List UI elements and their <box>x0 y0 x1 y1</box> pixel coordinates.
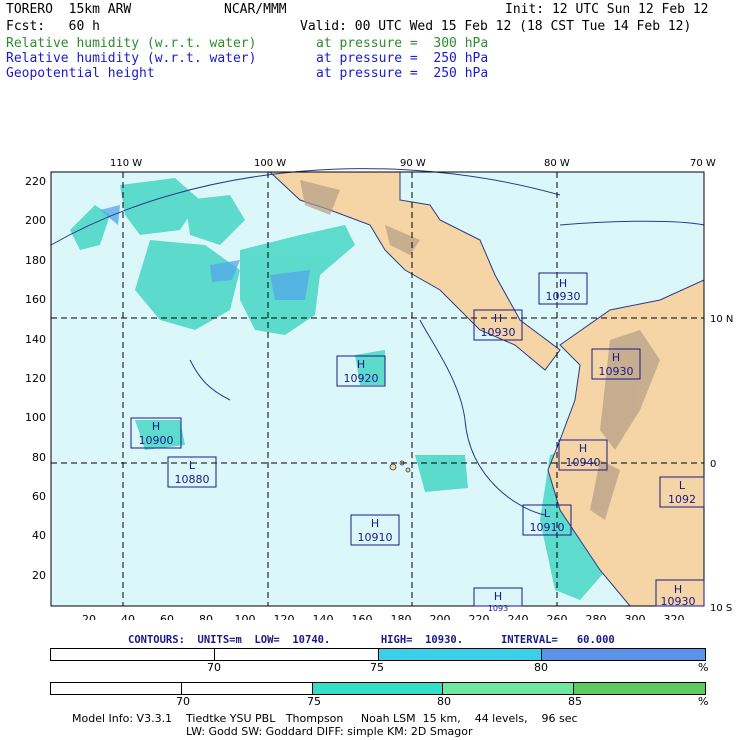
svg-text:H: H <box>579 442 587 455</box>
colorbar2-label: 75 <box>307 695 321 708</box>
svg-text:140: 140 <box>313 613 334 620</box>
svg-text:20: 20 <box>32 569 46 582</box>
svg-text:H: H <box>559 277 567 290</box>
colorbar-seg <box>542 649 705 660</box>
colorbar-seg <box>51 683 182 694</box>
field-3-level: at pressure = 250 hPa <box>316 66 489 81</box>
weather-map: 110 W 100 W 90 W 80 W 70 W 10 N 0 10 S 2… <box>25 158 733 620</box>
model-info: Model Info: V3.3.1 Tiedtke YSU PBL Thomp… <box>72 712 578 725</box>
svg-text:40: 40 <box>121 613 135 620</box>
svg-text:10900: 10900 <box>139 434 174 447</box>
model-title: TORERO 15km ARW <box>6 2 132 17</box>
colorbar-seg <box>182 683 313 694</box>
colorbar-250hpa <box>50 648 706 661</box>
svg-text:1092: 1092 <box>668 493 696 506</box>
svg-text:100: 100 <box>25 411 46 424</box>
svg-text:H: H <box>371 517 379 530</box>
svg-text:80: 80 <box>199 613 213 620</box>
lat-label: 0 <box>710 459 716 470</box>
colorbar-seg <box>51 649 215 660</box>
contours-info: CONTOURS: UNITS=m LOW= 10740. HIGH= 1093… <box>128 634 615 646</box>
svg-text:10910: 10910 <box>358 531 393 544</box>
svg-text:1093: 1093 <box>488 604 508 613</box>
colorbar-seg <box>574 683 705 694</box>
svg-text:220: 220 <box>469 613 490 620</box>
svg-text:160: 160 <box>25 293 46 306</box>
svg-text:120: 120 <box>25 372 46 385</box>
field-2-name: Relative humidity (w.r.t. water) <box>6 51 257 66</box>
colorbar-300hpa <box>50 682 706 695</box>
svg-text:120: 120 <box>274 613 295 620</box>
forecast-hour: Fcst: 60 h <box>6 19 100 34</box>
svg-text:240: 240 <box>508 613 529 620</box>
svg-text:180: 180 <box>25 254 46 267</box>
colorbar-seg <box>379 649 542 660</box>
svg-text:L: L <box>679 479 686 492</box>
svg-text:10940: 10940 <box>566 456 601 469</box>
lon-label: 90 W <box>400 158 426 169</box>
svg-text:10930: 10930 <box>599 365 634 378</box>
svg-text:280: 280 <box>586 613 607 620</box>
svg-text:300: 300 <box>625 613 646 620</box>
lon-label: 80 W <box>544 158 570 169</box>
field-3-name: Geopotential height <box>6 66 155 81</box>
lat-label: 10 S <box>710 603 732 614</box>
svg-text:140: 140 <box>25 333 46 346</box>
svg-text:H: H <box>612 351 620 364</box>
field-1-name: Relative humidity (w.r.t. water) <box>6 36 257 51</box>
colorbar-seg <box>313 683 443 694</box>
top-lon-labels: 110 W 100 W 90 W 80 W 70 W <box>110 158 716 169</box>
left-y-ticks: 220 200 180 160 140 120 100 80 60 40 20 <box>25 175 46 582</box>
svg-text:H: H <box>152 420 160 433</box>
bottom-x-ticks: 20 40 60 80 100 120 140 160 180 200 220 … <box>82 613 685 620</box>
colorbar1-label: 70 <box>207 661 221 674</box>
svg-text:H: H <box>494 312 502 325</box>
colorbar1-label: 80 <box>534 661 548 674</box>
colorbar1-label: % <box>698 661 709 674</box>
colorbar2-label: 85 <box>568 695 582 708</box>
valid-time: Valid: 00 UTC Wed 15 Feb 12 (18 CST Tue … <box>300 19 692 34</box>
svg-text:H: H <box>357 358 365 371</box>
svg-text:180: 180 <box>391 613 412 620</box>
svg-text:H: H <box>494 590 502 603</box>
svg-text:260: 260 <box>547 613 568 620</box>
init-time: Init: 12 UTC Sun 12 Feb 12 <box>505 2 709 17</box>
svg-text:10880: 10880 <box>175 473 210 486</box>
lat-label: 10 N <box>710 314 733 325</box>
svg-text:60: 60 <box>160 613 174 620</box>
lon-label: 70 W <box>690 158 716 169</box>
svg-text:L: L <box>544 507 551 520</box>
colorbar2-label: % <box>698 695 709 708</box>
svg-text:200: 200 <box>430 613 451 620</box>
svg-text:L: L <box>189 459 196 472</box>
colorbar2-label: 80 <box>437 695 451 708</box>
colorbar-seg <box>443 683 574 694</box>
colorbar-seg <box>215 649 379 660</box>
colorbar1-label: 75 <box>370 661 384 674</box>
right-lat-labels: 10 N 0 10 S <box>710 314 733 614</box>
svg-text:200: 200 <box>25 214 46 227</box>
svg-text:10920: 10920 <box>344 372 379 385</box>
svg-text:10930: 10930 <box>481 326 516 339</box>
svg-text:160: 160 <box>352 613 373 620</box>
field-2-level: at pressure = 250 hPa <box>316 51 489 66</box>
lon-label: 110 W <box>110 158 142 169</box>
svg-text:40: 40 <box>32 529 46 542</box>
svg-text:60: 60 <box>32 490 46 503</box>
svg-text:10910: 10910 <box>530 521 565 534</box>
field-1-level: at pressure = 300 hPa <box>316 36 489 51</box>
svg-text:80: 80 <box>32 451 46 464</box>
svg-text:10930: 10930 <box>546 290 581 303</box>
svg-text:20: 20 <box>82 613 96 620</box>
svg-text:220: 220 <box>25 175 46 188</box>
colorbar2-label: 70 <box>176 695 190 708</box>
lon-label: 100 W <box>254 158 286 169</box>
physics-info: LW: Godd SW: Goddard DIFF: simple KM: 2D… <box>186 725 473 738</box>
svg-text:100: 100 <box>235 613 256 620</box>
svg-text:320: 320 <box>664 613 685 620</box>
org-title: NCAR/MMM <box>224 2 287 17</box>
svg-text:10930: 10930 <box>661 595 696 608</box>
